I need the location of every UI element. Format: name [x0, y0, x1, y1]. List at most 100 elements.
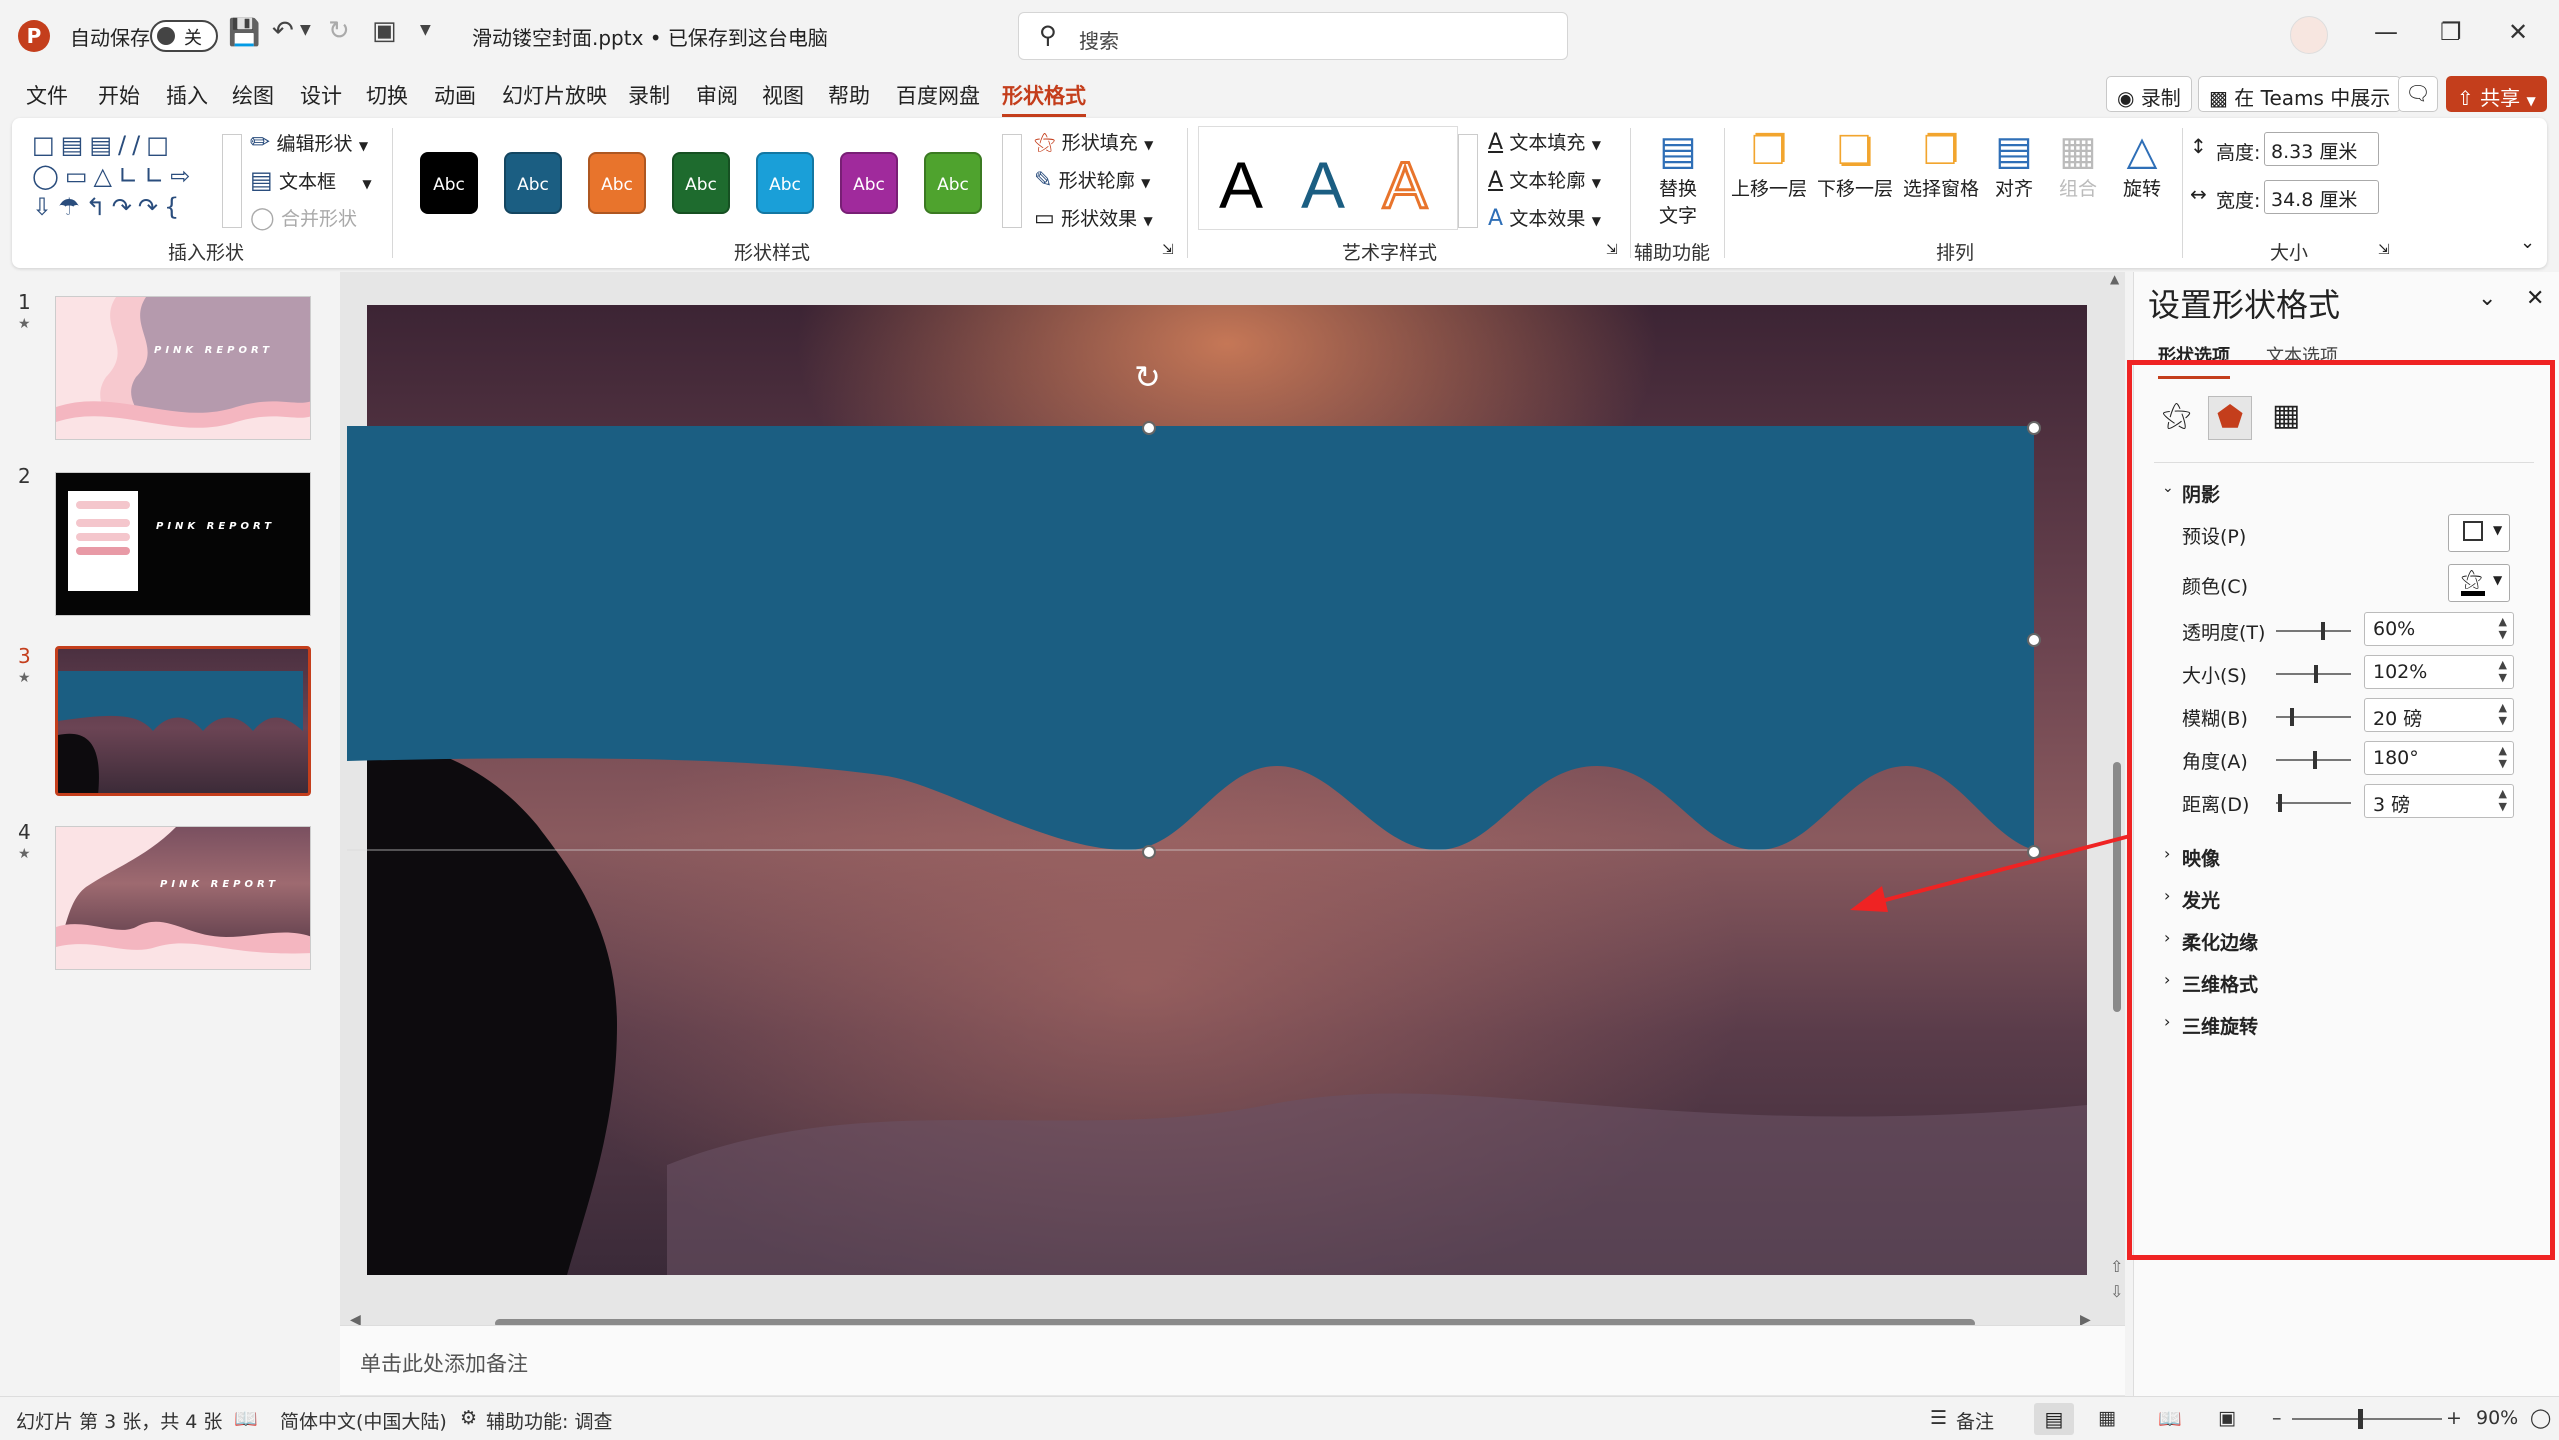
menu-draw[interactable]: 绘图 — [232, 80, 274, 110]
wordart-style-blue[interactable]: A — [1301, 147, 1345, 223]
blur-slider[interactable] — [2276, 708, 2351, 726]
wordart-style-orange-outline[interactable]: A — [1381, 147, 1428, 224]
shape-effects-button[interactable]: ▭ 形状效果 ▼ — [1034, 204, 1153, 231]
language-label[interactable]: 简体中文(中国大陆) — [280, 1407, 447, 1434]
redo-icon[interactable]: ↻ — [328, 16, 350, 46]
chevron-right-icon[interactable]: › — [2164, 1012, 2170, 1031]
wordart-style-black[interactable]: A — [1219, 147, 1263, 223]
minimize-icon[interactable]: — — [2374, 18, 2398, 46]
comments-button[interactable]: 🗨 — [2398, 76, 2438, 112]
menu-slideshow[interactable]: 幻灯片放映 — [502, 80, 607, 110]
shadow-section-header[interactable]: 阴影 — [2182, 480, 2220, 507]
selected-wave-shape[interactable] — [347, 426, 2037, 856]
restore-icon[interactable]: ❐ — [2440, 18, 2462, 46]
shape-style-swatch[interactable]: Abc — [756, 152, 814, 214]
reflection-section-header[interactable]: 映像 — [2182, 844, 2220, 871]
menu-file[interactable]: 文件 — [26, 80, 68, 110]
menu-design[interactable]: 设计 — [300, 80, 342, 110]
size-input[interactable]: 102% ▲ ▼ — [2364, 655, 2514, 689]
shape-style-swatch[interactable]: Abc — [672, 152, 730, 214]
fill-line-icon[interactable]: ⚝ — [2162, 398, 2191, 433]
next-slide-icon[interactable]: ⇩ — [2110, 1282, 2123, 1301]
menu-home[interactable]: 开始 — [98, 80, 140, 110]
slide-thumbnail-3[interactable] — [55, 646, 311, 796]
preset-dropdown[interactable]: ▼ — [2448, 514, 2510, 552]
resize-handle-bottom[interactable] — [1142, 845, 1156, 859]
fit-to-window-icon[interactable]: ◯ — [2530, 1407, 2551, 1429]
glow-section-header[interactable]: 发光 — [2182, 886, 2220, 913]
vertical-scrollbar[interactable]: ▲ ⇧ ⇩ — [2110, 272, 2124, 1312]
shape-outline-button[interactable]: ✎ 形状轮廓 ▼ — [1034, 166, 1150, 193]
spinner-arrows-icon[interactable]: ▲ ▼ — [2499, 615, 2507, 641]
zoom-out-icon[interactable]: – — [2272, 1407, 2282, 1429]
spinner-arrows-icon[interactable]: ▲ ▼ — [2499, 701, 2507, 727]
alt-text-button[interactable]: ▤ 替换 文字 — [1644, 128, 1712, 228]
tab-shape-options[interactable]: 形状选项 — [2158, 342, 2230, 368]
record-button[interactable]: ◉ 录制 — [2106, 76, 2192, 112]
text-outline-button[interactable]: A 文本轮廓 ▼ — [1488, 166, 1601, 193]
soft-edges-section-header[interactable]: 柔化边缘 — [2182, 928, 2258, 955]
menu-review[interactable]: 审阅 — [696, 80, 738, 110]
slide-thumbnail-1[interactable]: PINK REPORT — [55, 296, 311, 440]
undo-dropdown-icon[interactable]: ▼ — [300, 22, 311, 38]
menu-shape-format[interactable]: 形状格式 — [1002, 80, 1086, 117]
send-backward-button[interactable]: ❏ 下移一层 — [1812, 128, 1898, 201]
slide-sorter-icon[interactable]: ▦ — [2098, 1407, 2116, 1429]
shape-style-swatch[interactable]: Abc — [840, 152, 898, 214]
styles-scroll[interactable] — [1002, 134, 1022, 228]
rotate-handle-icon[interactable]: ↻ — [1134, 358, 1161, 396]
undo-icon[interactable]: ↶ — [272, 16, 294, 46]
shapes-scroll[interactable] — [222, 134, 242, 228]
format-3d-section-header[interactable]: 三维格式 — [2182, 970, 2258, 997]
angle-input[interactable]: 180° ▲ ▼ — [2364, 741, 2514, 775]
close-window-icon[interactable]: ✕ — [2508, 18, 2528, 46]
selection-pane-button[interactable]: ❐ 选择窗格 — [1898, 128, 1984, 201]
size-slider[interactable] — [2276, 665, 2351, 683]
angle-slider[interactable] — [2276, 751, 2351, 769]
slide-thumbnail-2[interactable]: PINK REPORT — [55, 472, 311, 616]
shape-fill-button[interactable]: ⚝ 形状填充 ▼ — [1034, 128, 1153, 155]
search-box[interactable]: ⚲ 搜索 — [1018, 12, 1568, 60]
chevron-right-icon[interactable]: › — [2164, 844, 2170, 863]
resize-handle-right[interactable] — [2027, 633, 2041, 647]
edit-shape-button[interactable]: ✏ 编辑形状 ▼ — [250, 128, 368, 156]
present-icon[interactable]: ▣ — [372, 16, 397, 46]
customize-toolbar-icon[interactable]: ▼ — [420, 22, 431, 38]
text-fill-button[interactable]: A 文本填充 ▼ — [1488, 128, 1601, 155]
resize-handle-top-right[interactable] — [2027, 421, 2041, 435]
save-icon[interactable]: 💾 — [228, 18, 260, 48]
teams-present-button[interactable]: ▩ 在 Teams 中展示 — [2198, 76, 2402, 112]
zoom-level[interactable]: 90% — [2476, 1407, 2518, 1429]
dialog-launcher-icon[interactable]: ⇲ — [1162, 242, 1174, 258]
distance-slider[interactable] — [2276, 794, 2351, 812]
chevron-down-icon[interactable]: ⌄ — [2162, 480, 2174, 496]
menu-record[interactable]: 录制 — [628, 80, 670, 110]
pane-options-icon[interactable]: ⌄ — [2478, 286, 2496, 311]
distance-slider-thumb[interactable] — [2278, 794, 2282, 812]
shape-style-swatch[interactable]: Abc — [588, 152, 646, 214]
transparency-slider-thumb[interactable] — [2321, 622, 2325, 640]
menu-baidu-netdisk[interactable]: 百度网盘 — [896, 80, 980, 110]
file-title[interactable]: 滑动镂空封面.pptx • 已保存到这台电脑 — [472, 22, 828, 51]
zoom-slider-thumb[interactable] — [2358, 1409, 2363, 1429]
resize-handle-top[interactable] — [1142, 421, 1156, 435]
dialog-launcher-icon[interactable]: ⇲ — [1606, 242, 1618, 258]
menu-help[interactable]: 帮助 — [828, 80, 870, 110]
zoom-slider[interactable] — [2292, 1409, 2442, 1429]
shape-style-swatch[interactable]: Abc — [420, 152, 478, 214]
rotate-button[interactable]: △ 旋转 — [2112, 128, 2172, 201]
tab-text-options[interactable]: 文本选项 — [2266, 342, 2338, 368]
notes-area[interactable]: 单击此处添加备注 — [340, 1325, 2125, 1395]
chevron-right-icon[interactable]: › — [2164, 928, 2170, 947]
chevron-right-icon[interactable]: › — [2164, 970, 2170, 989]
normal-view-button[interactable]: ▤ — [2034, 1403, 2074, 1435]
notes-icon[interactable]: ☰ — [1930, 1407, 1947, 1429]
chevron-down-icon[interactable]: ⌄ — [795, 26, 807, 42]
wordart-scroll[interactable] — [1458, 134, 1478, 228]
text-effects-button[interactable]: A 文本效果 ▼ — [1488, 204, 1601, 231]
shapes-gallery[interactable]: □▤▤∕∕□ ◯▭△∟∟⇨ ⇩☂↰↷↷{ — [32, 130, 232, 230]
slide-thumbnail-4[interactable]: PINK REPORT — [55, 826, 311, 970]
menu-animations[interactable]: 动画 — [434, 80, 476, 110]
accessibility-icon[interactable]: ⚙ — [460, 1407, 477, 1429]
color-dropdown[interactable]: ⚝ ▼ — [2448, 564, 2510, 602]
